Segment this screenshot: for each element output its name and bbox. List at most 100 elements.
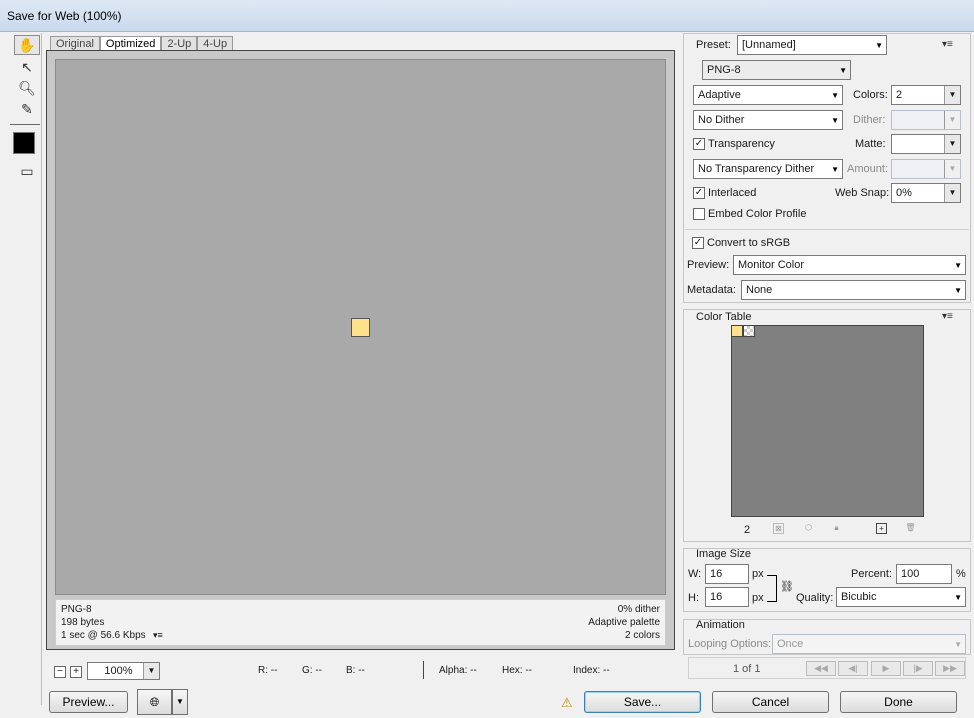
- trash-icon[interactable]: 🗑︎: [905, 523, 916, 534]
- last-frame-icon[interactable]: ▶▶: [935, 661, 965, 676]
- transparency-checkbox[interactable]: ✓: [693, 138, 705, 150]
- zoom-select[interactable]: 100% ▼: [87, 662, 160, 680]
- hand-icon[interactable]: ✋: [14, 35, 40, 55]
- readout-r: R: --: [258, 665, 278, 676]
- constrain-bracket: [767, 575, 777, 602]
- status-row: − + 100% ▼ R: -- G: -- B: -- Alpha: -- H…: [46, 660, 676, 682]
- title-bar: Save for Web (100%): [0, 0, 974, 32]
- readout-alpha: Alpha: --: [439, 665, 477, 676]
- dither-select[interactable]: No Dither ▼: [693, 110, 843, 130]
- preset-select[interactable]: [Unnamed] ▼: [737, 35, 887, 55]
- color-swatch-transparent[interactable]: [743, 325, 755, 337]
- looping-select[interactable]: Once ▼: [772, 634, 966, 654]
- quality-select[interactable]: Bicubic ▼: [836, 587, 966, 607]
- readout-hex: Hex: --: [502, 665, 532, 676]
- color-table-grid[interactable]: [731, 325, 924, 517]
- chevron-down-icon: ▼: [875, 41, 883, 50]
- chevron-down-icon: ▼: [944, 184, 960, 202]
- browser-preview-icon[interactable]: 🌐︎: [137, 689, 172, 715]
- panel-divider: [685, 229, 969, 230]
- lock-icon[interactable]: 🔒︎: [831, 523, 842, 534]
- info-format: PNG-8: [61, 604, 92, 615]
- interlaced-checkbox[interactable]: ✓: [693, 187, 705, 199]
- zoom-out-button[interactable]: −: [54, 666, 66, 678]
- metadata-label: Metadata:: [687, 284, 736, 296]
- transparency-label: Transparency: [708, 138, 775, 150]
- animation-title: Animation: [696, 619, 745, 631]
- play-icon[interactable]: ▶: [871, 661, 901, 676]
- amount-field[interactable]: ▼: [891, 159, 961, 179]
- matte-label: Matte:: [855, 138, 886, 150]
- panel-menu-icon[interactable]: ▾≡: [942, 311, 953, 322]
- toggle-slices-icon[interactable]: ▭: [14, 161, 40, 181]
- preview-label: Preview:: [687, 259, 730, 271]
- web-shift-icon[interactable]: ⬡: [803, 523, 814, 534]
- browser-menu-chevron-icon[interactable]: ▼: [172, 689, 188, 715]
- slice-select-icon[interactable]: ↖: [14, 57, 40, 77]
- zoom-icon[interactable]: 🔍︎: [14, 78, 40, 98]
- eyedropper-color-swatch[interactable]: [13, 132, 35, 154]
- preset-label: Preset:: [696, 39, 731, 51]
- chevron-down-icon: ▼: [831, 116, 839, 125]
- embed-color-profile-label: Embed Color Profile: [708, 208, 807, 220]
- info-colors: 2 colors: [624, 630, 660, 641]
- first-frame-icon[interactable]: ◀◀: [806, 661, 836, 676]
- readout-divider: [423, 661, 424, 679]
- transparency-dither-select[interactable]: No Transparency Dither ▼: [693, 159, 843, 179]
- chevron-down-icon: ▼: [954, 286, 962, 295]
- speed-menu-icon[interactable]: ▾≡: [153, 629, 163, 642]
- preview-button[interactable]: Preview...: [49, 691, 128, 713]
- readout-index: Index: --: [573, 665, 610, 676]
- height-field[interactable]: 16: [705, 587, 749, 607]
- next-frame-icon[interactable]: |▶: [903, 661, 933, 676]
- convert-srgb-checkbox[interactable]: ✓: [692, 237, 704, 249]
- quality-label: Quality:: [796, 592, 834, 604]
- zoom-in-button[interactable]: +: [70, 666, 82, 678]
- percent-unit: %: [956, 568, 966, 580]
- preview-select[interactable]: Monitor Color ▼: [733, 255, 966, 275]
- eyedropper-icon[interactable]: ✎: [14, 99, 40, 119]
- chevron-down-icon: ▼: [839, 66, 847, 75]
- color-swatch[interactable]: [731, 325, 743, 337]
- info-size: 198 bytes: [61, 617, 105, 628]
- chevron-down-icon: ▼: [944, 86, 960, 104]
- readout-b: B: --: [346, 665, 365, 676]
- looping-label: Looping Options:: [688, 638, 772, 650]
- new-color-icon[interactable]: +: [876, 523, 887, 534]
- colors-field[interactable]: 2 ▼: [891, 85, 961, 105]
- window-title: Save for Web (100%): [7, 9, 122, 23]
- previous-frame-icon[interactable]: ◀|: [838, 661, 868, 676]
- panel-menu-icon[interactable]: ▾≡: [942, 39, 953, 50]
- color-reduction-select[interactable]: Adaptive ▼: [693, 85, 843, 105]
- map-transparent-icon[interactable]: ⊠: [773, 523, 784, 534]
- readout-g: G: --: [302, 665, 322, 676]
- cancel-button[interactable]: Cancel: [712, 691, 829, 713]
- done-button[interactable]: Done: [840, 691, 957, 713]
- metadata-select[interactable]: None ▼: [741, 280, 966, 300]
- image-preview: [351, 318, 370, 337]
- image-size-title: Image Size: [696, 548, 752, 560]
- width-field[interactable]: 16: [705, 564, 749, 584]
- color-table-title: Color Table: [696, 311, 752, 323]
- save-button[interactable]: Save...: [584, 691, 701, 713]
- info-dither: 0% dither: [617, 604, 660, 615]
- chevron-down-icon: ▼: [954, 593, 962, 602]
- width-label: W:: [688, 568, 702, 580]
- amount-label: Amount:: [847, 163, 888, 175]
- percent-field[interactable]: 100: [896, 564, 952, 584]
- percent-label: Percent:: [851, 568, 892, 580]
- embed-color-profile-checkbox[interactable]: [693, 208, 705, 220]
- warning-icon: ⚠: [561, 695, 573, 710]
- height-label: H:: [688, 592, 699, 604]
- color-count: 2: [744, 524, 751, 536]
- colors-label: Colors:: [853, 89, 888, 101]
- websnap-field[interactable]: 0% ▼: [891, 183, 961, 203]
- width-unit: px: [752, 568, 764, 580]
- dither-amount-field[interactable]: ▼: [891, 110, 961, 130]
- interlaced-label: Interlaced: [708, 187, 757, 199]
- chevron-down-icon: ▼: [954, 261, 962, 270]
- matte-field[interactable]: ▼: [891, 134, 961, 154]
- link-icon[interactable]: ⛓: [780, 580, 794, 593]
- format-select[interactable]: PNG-8 ▼: [702, 60, 851, 80]
- chevron-down-icon: ▼: [944, 160, 960, 178]
